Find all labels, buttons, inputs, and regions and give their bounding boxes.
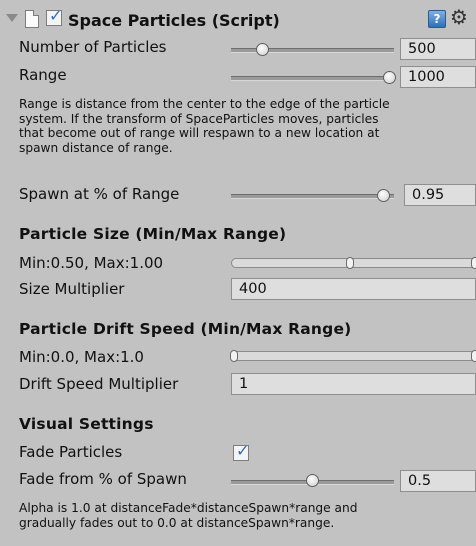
range-slider[interactable]: [231, 76, 394, 81]
drift-speed-heading: Particle Drift Speed (Min/Max Range): [19, 320, 352, 338]
checkmark-icon: ✓: [236, 441, 250, 460]
particle-size-max-handle[interactable]: [471, 257, 476, 269]
fade-from-spawn-field[interactable]: 0.5: [400, 470, 476, 492]
particle-size-heading: Particle Size (Min/Max Range): [19, 225, 287, 243]
fade-particles-checkbox[interactable]: ✓: [233, 441, 250, 461]
fade-particles-label: Fade Particles: [19, 443, 123, 461]
drift-speed-multiplier-label: Drift Speed Multiplier: [19, 375, 179, 393]
spawn-at-range-slider-thumb[interactable]: [377, 189, 390, 202]
component-title: Space Particles (Script): [68, 11, 280, 30]
spawn-at-range-slider[interactable]: [231, 194, 394, 199]
range-field[interactable]: 1000: [400, 66, 476, 88]
component-enabled-checkbox[interactable]: ✓: [46, 6, 63, 26]
script-icon: [25, 10, 39, 28]
fade-note-line: Alpha is 1.0 at distanceFade*distanceSpa…: [19, 501, 358, 515]
help-book-icon[interactable]: ?: [428, 10, 446, 28]
spawn-at-range-label: Spawn at % of Range: [19, 185, 180, 203]
range-note-line: spawn distance of range.: [19, 140, 173, 155]
drift-speed-minmax-slider[interactable]: [230, 350, 476, 362]
fade-note-line: gradually fades out to 0.0 at distanceSp…: [19, 515, 335, 530]
range-note-line: Range is distance from the center to the…: [19, 97, 390, 111]
range-slider-thumb[interactable]: [383, 71, 396, 84]
particle-size-min-handle[interactable]: [346, 257, 354, 269]
number-of-particles-field[interactable]: 500: [400, 38, 476, 60]
visual-settings-heading: Visual Settings: [19, 415, 154, 433]
drift-speed-max-handle[interactable]: [471, 350, 476, 362]
checkmark-icon: ✓: [49, 6, 63, 25]
particle-size-range-label: Min:0.50, Max:1.00: [19, 254, 164, 272]
number-of-particles-slider-thumb[interactable]: [256, 43, 269, 56]
drift-speed-multiplier-field[interactable]: 1: [231, 373, 476, 395]
range-note-line: that become out of range will respawn to…: [19, 126, 380, 140]
number-of-particles-label: Number of Particles: [19, 38, 167, 56]
gear-icon[interactable]: ⚙: [450, 6, 468, 28]
size-multiplier-field[interactable]: 400: [231, 278, 476, 300]
drift-speed-min-handle[interactable]: [230, 350, 238, 362]
foldout-triangle-icon[interactable]: [6, 14, 18, 22]
drift-speed-range-label: Min:0.0, Max:1.0: [19, 348, 144, 366]
spawn-at-range-field[interactable]: 0.95: [404, 184, 476, 206]
fade-from-spawn-slider-thumb[interactable]: [306, 474, 319, 487]
size-multiplier-label: Size Multiplier: [19, 280, 125, 298]
particle-size-minmax-slider[interactable]: [231, 257, 476, 269]
range-label: Range: [19, 66, 67, 84]
range-note-line: system. If the transform of SpaceParticl…: [19, 111, 379, 126]
fade-from-spawn-label: Fade from % of Spawn: [19, 470, 187, 488]
